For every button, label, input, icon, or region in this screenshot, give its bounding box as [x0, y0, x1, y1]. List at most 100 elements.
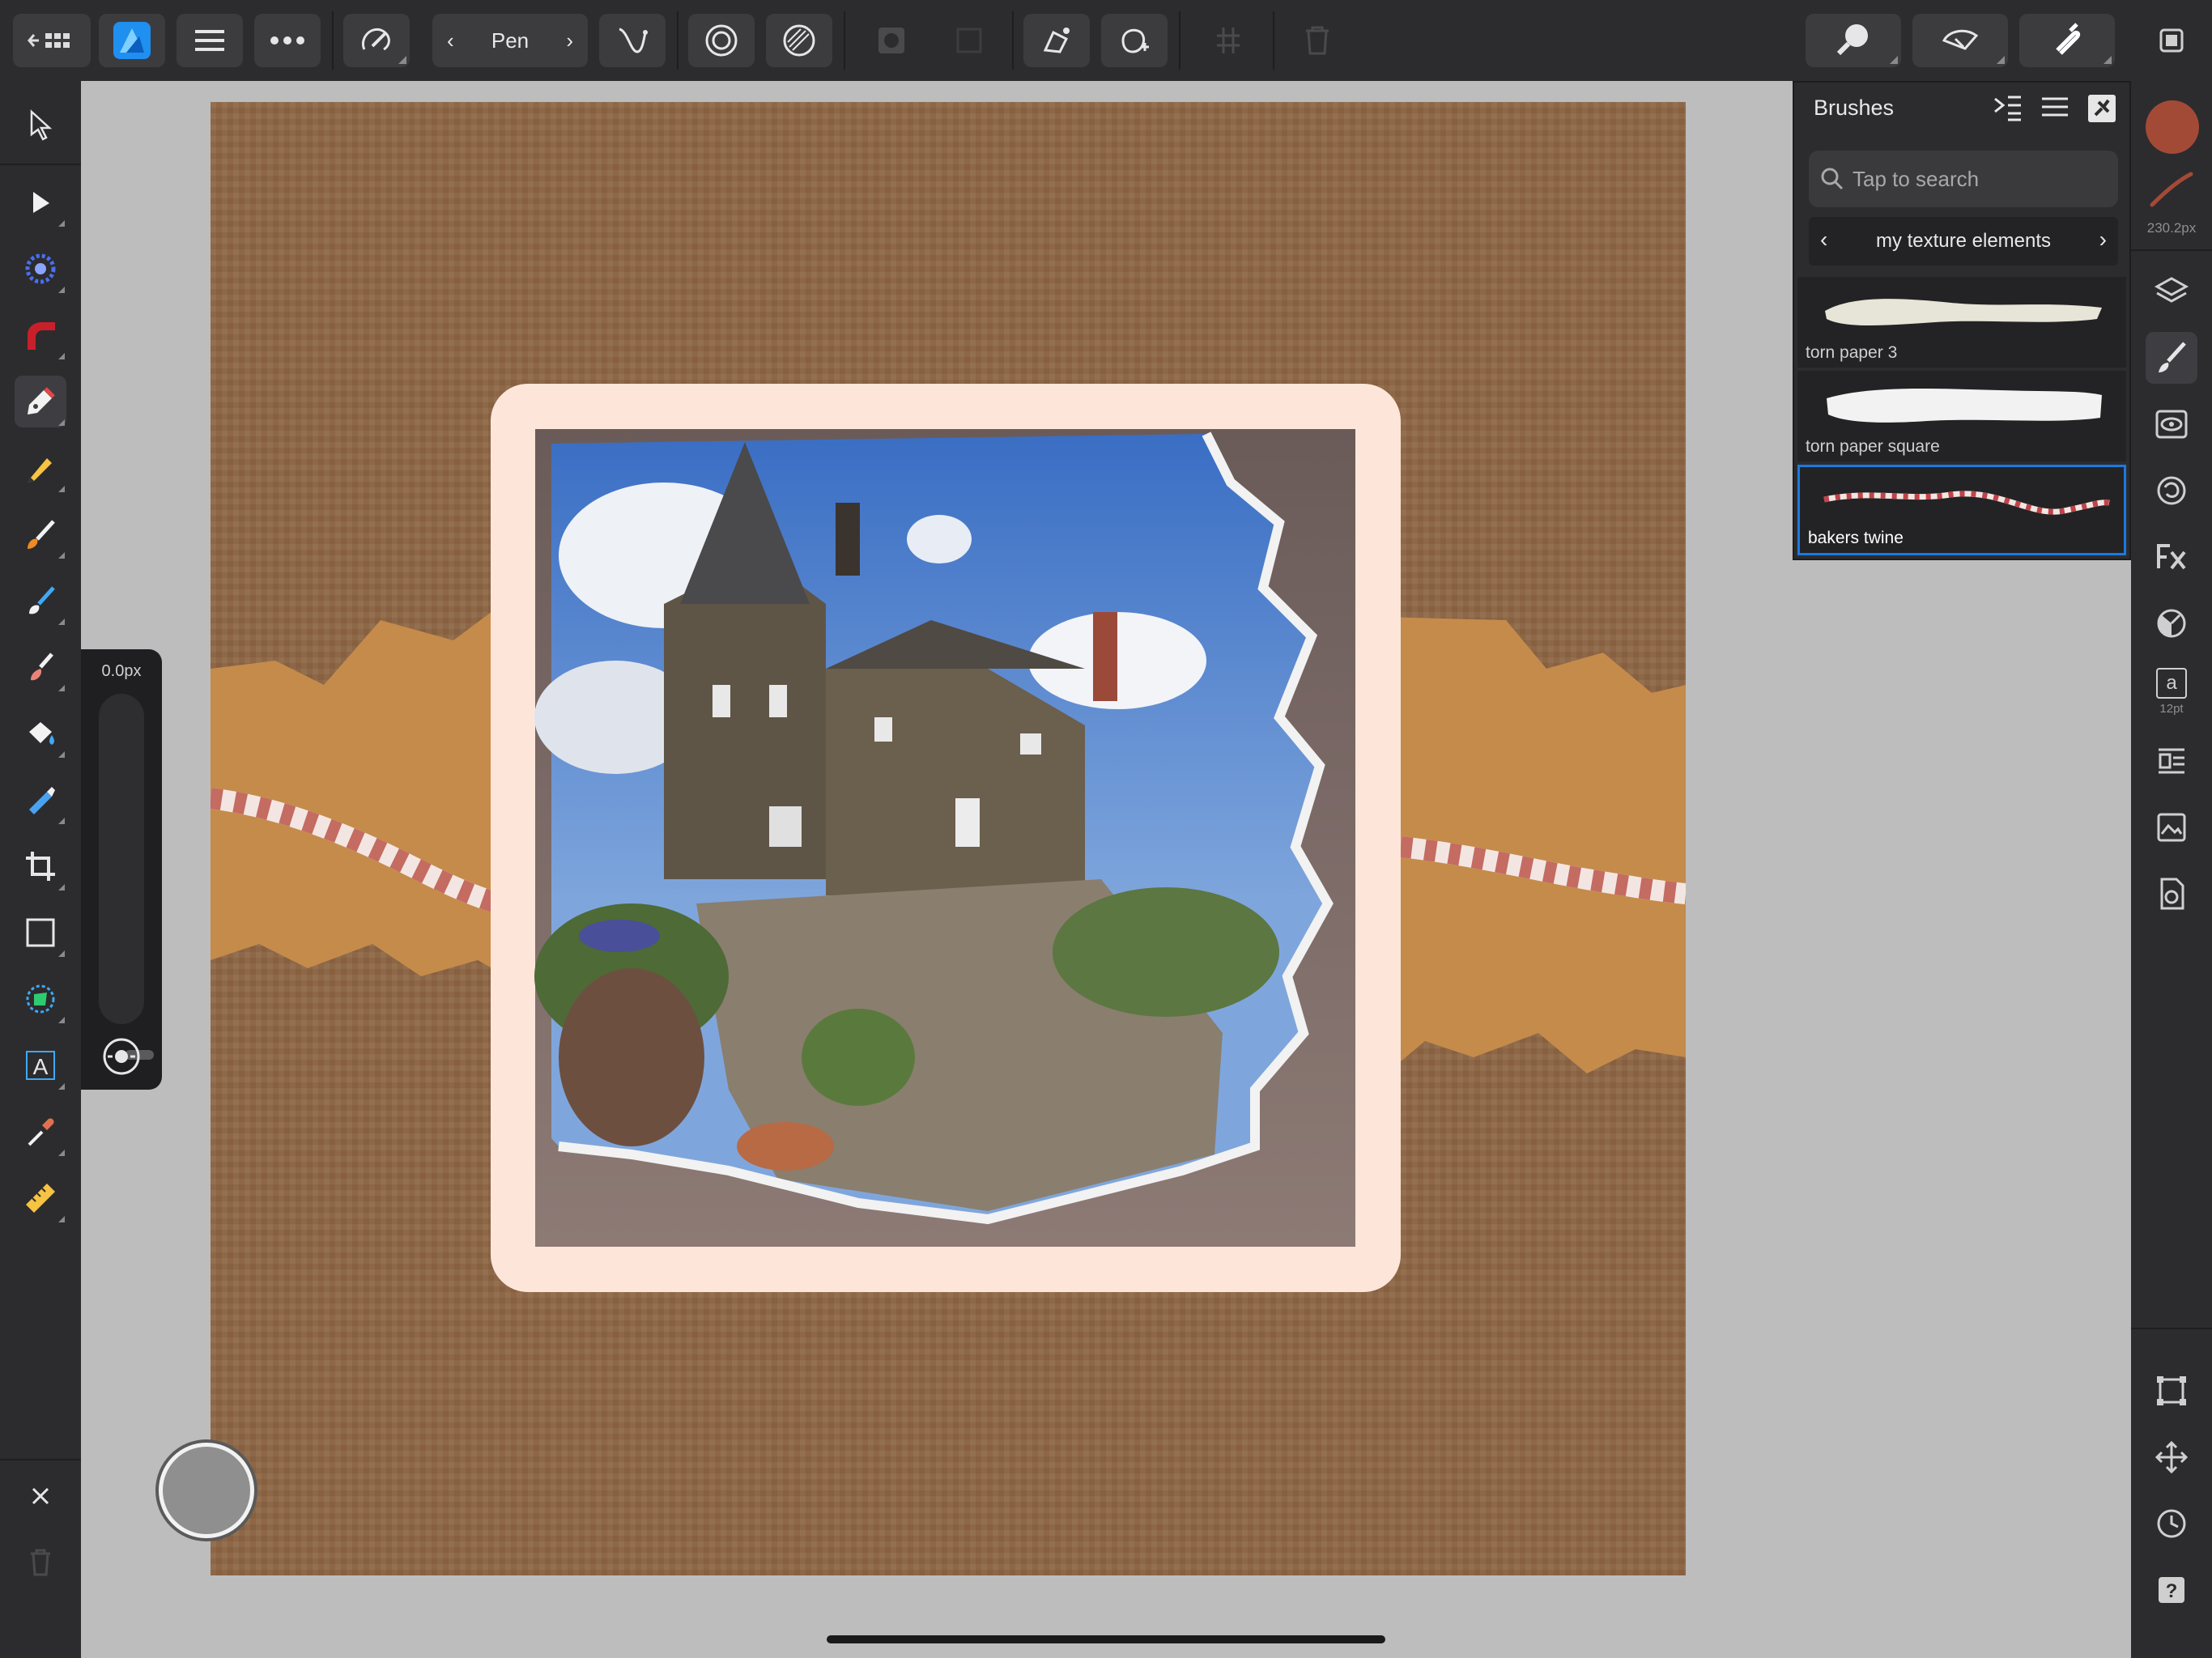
document-gear-icon — [2160, 878, 2184, 910]
chevron-left-icon[interactable]: ‹ — [447, 28, 454, 53]
transform-nodes-button[interactable] — [1023, 14, 1090, 67]
layers-button[interactable] — [2146, 266, 2197, 317]
menu-button[interactable] — [177, 14, 243, 67]
panel-pin-button[interactable] — [2087, 94, 2120, 126]
assets-button[interactable] — [2146, 801, 2197, 853]
pencil-icon — [28, 458, 52, 483]
snapping-circle-button[interactable] — [688, 14, 755, 67]
square-button[interactable] — [936, 14, 1002, 67]
top-toolbar: ‹ Pen › — [0, 0, 2212, 81]
brush-width-value: 0.0px — [101, 662, 142, 680]
search-icon — [1821, 168, 1844, 190]
text-styles-button[interactable]: a 12pt — [2146, 661, 2197, 722]
move-arrows-icon — [2155, 1440, 2189, 1474]
trash-icon — [31, 1549, 50, 1576]
assistant-button[interactable] — [343, 14, 410, 67]
list-align-icon — [2159, 748, 2184, 774]
more-button[interactable] — [254, 14, 321, 67]
brush-item-torn-paper-3[interactable]: torn paper 3 — [1797, 277, 2126, 368]
crop-tool[interactable] — [15, 840, 66, 892]
vector-brush-tool[interactable] — [15, 508, 66, 560]
help-button[interactable]: ? — [2146, 1564, 2197, 1616]
chevron-right-icon[interactable]: › — [566, 28, 573, 53]
erase-tool[interactable] — [15, 708, 66, 759]
square-outline-icon — [956, 28, 982, 53]
delete-button[interactable] — [1284, 14, 1351, 67]
brush-item-bakers-twine[interactable]: bakers twine — [1797, 465, 2126, 555]
brush-width-slider[interactable]: 0.0px — [81, 649, 162, 1090]
artwork — [211, 102, 1686, 1575]
export-settings-button[interactable] — [2146, 868, 2197, 920]
view-mode-button[interactable] — [1806, 14, 1901, 67]
command-controller[interactable] — [159, 1443, 254, 1538]
slider-mode-button[interactable] — [101, 1036, 142, 1077]
curve-icon — [619, 28, 648, 53]
primary-color-swatch[interactable] — [2146, 100, 2199, 154]
affinity-designer-logo-icon — [113, 22, 151, 59]
fx-button[interactable] — [2146, 531, 2197, 583]
text-frame-icon: A — [26, 1051, 55, 1080]
panel-collapse-button[interactable] — [1992, 94, 2027, 126]
pencil-tool[interactable] — [15, 442, 66, 494]
rectangle-tool[interactable] — [15, 907, 66, 959]
mask-button[interactable] — [858, 14, 925, 67]
panel-menu-button[interactable] — [2040, 94, 2076, 126]
transparency-tool[interactable] — [15, 774, 66, 826]
delete-tool-button[interactable] — [15, 1537, 66, 1588]
brushes-panel: Brushes Tap to search ‹ my texture eleme… — [1793, 81, 2131, 560]
brush-item-torn-paper-square[interactable]: torn paper square — [1797, 371, 2126, 461]
measure-tool[interactable] — [15, 1172, 66, 1224]
window-toggle-button[interactable] — [2146, 16, 2197, 65]
brush-category-label: my texture elements — [1875, 230, 2052, 252]
history-button[interactable] — [2146, 1498, 2197, 1550]
transform-panel-button[interactable] — [2146, 1365, 2197, 1417]
paint-brush-icon — [31, 653, 53, 681]
navigator-button[interactable] — [2146, 735, 2197, 787]
node-tool[interactable] — [15, 176, 66, 228]
brush-name: torn paper square — [1806, 437, 1940, 456]
brush-name: torn paper 3 — [1806, 343, 1898, 362]
eye-circle-icon — [103, 1038, 140, 1075]
move-panel-button[interactable] — [2146, 1431, 2197, 1483]
paintbrush-icon — [2159, 342, 2186, 372]
pen-mode-label: Pen — [491, 28, 530, 53]
hatched-circle-button[interactable] — [766, 14, 832, 67]
eyedropper-icon — [28, 1118, 54, 1146]
hatched-circle-icon — [783, 24, 815, 57]
snapping-button[interactable] — [2019, 14, 2115, 67]
brushes-button[interactable] — [2146, 332, 2197, 384]
swirl-icon — [2157, 476, 2186, 505]
back-to-gallery-button[interactable] — [13, 14, 91, 67]
fill-tool[interactable] — [15, 575, 66, 627]
text-tool[interactable]: A — [15, 1039, 66, 1091]
symbols-button[interactable] — [2146, 465, 2197, 517]
brush-stroke-preview[interactable] — [2146, 165, 2197, 214]
image-stack-icon — [2157, 813, 2186, 842]
assistant-icon — [362, 28, 390, 51]
pen-mode-selector[interactable]: ‹ Pen › — [432, 14, 588, 67]
quickmenu-button[interactable] — [1912, 14, 2008, 67]
shape-builder-tool[interactable] — [15, 973, 66, 1025]
corner-tool[interactable] — [15, 309, 66, 361]
color-picker-tool[interactable] — [15, 1106, 66, 1158]
point-transform-tool[interactable] — [15, 243, 66, 295]
close-button[interactable] — [15, 1470, 66, 1522]
help-icon: ? — [2159, 1577, 2184, 1603]
transparency-button[interactable] — [2146, 597, 2197, 649]
point-transform-icon — [25, 253, 56, 284]
add-shape-button[interactable] — [1101, 14, 1168, 67]
brush-search-field[interactable]: Tap to search — [1809, 151, 2118, 207]
slider-track[interactable] — [99, 694, 154, 1060]
affinity-persona-button[interactable] — [99, 14, 165, 67]
brush-category-selector[interactable]: ‹ my texture elements › — [1809, 217, 2118, 266]
align-button[interactable] — [1195, 14, 1261, 67]
appearance-button[interactable] — [2146, 398, 2197, 450]
pen-curve-button[interactable] — [599, 14, 666, 67]
move-tool[interactable] — [15, 99, 66, 151]
pixel-brush-tool[interactable] — [15, 641, 66, 693]
vector-brush-icon — [28, 520, 55, 549]
clock-icon — [2157, 1509, 2186, 1538]
artboard[interactable] — [211, 102, 1686, 1575]
pen-tool[interactable] — [15, 376, 66, 427]
chevron-right-icon[interactable]: › — [2099, 227, 2107, 253]
